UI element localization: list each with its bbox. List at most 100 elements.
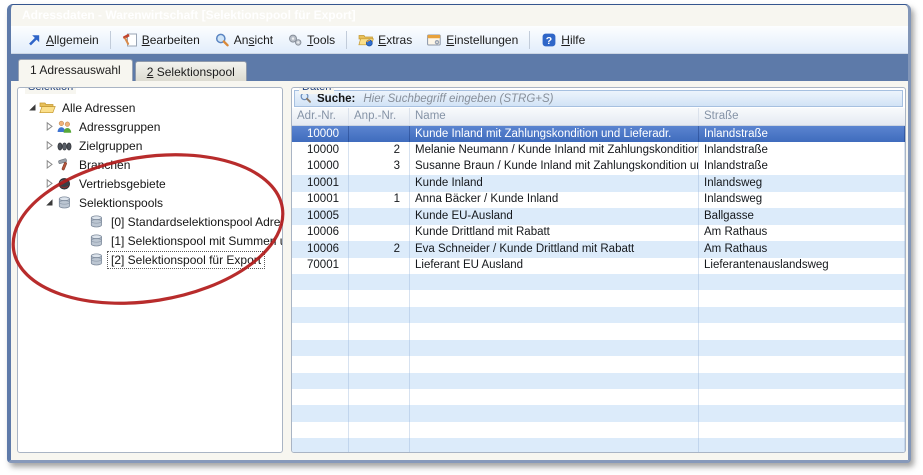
database-icon xyxy=(56,195,73,210)
table-empty-row[interactable] xyxy=(292,307,905,323)
table-empty-row[interactable] xyxy=(292,405,905,421)
cell-strasse xyxy=(699,389,905,405)
cell-adr-nr: 70001 xyxy=(292,258,349,274)
tree-item[interactable]: [2] Selektionspool für Export xyxy=(18,250,282,269)
tree-item[interactable]: [0] Standardselektionspool Adressen xyxy=(18,212,282,231)
menu-item-label: Allgemein xyxy=(46,33,99,47)
menu-item-allgemein[interactable]: Allgemein xyxy=(19,30,106,50)
tree-item[interactable]: Selektionspools xyxy=(18,193,282,212)
cell-adr-nr: 10000 xyxy=(292,126,349,142)
search-input[interactable]: Suche: Hier Suchbegriff eingeben (STRG+S… xyxy=(294,90,903,107)
app-window: Adressdaten - Warenwirtschaft [Selektion… xyxy=(7,4,911,463)
arrow-ne-icon xyxy=(26,32,42,48)
table-empty-row[interactable] xyxy=(292,373,905,389)
cell-strasse xyxy=(699,373,905,389)
cell-adr-nr xyxy=(292,340,349,356)
cell-adr-nr xyxy=(292,389,349,405)
table-empty-row[interactable] xyxy=(292,438,905,452)
menu-item-bearbeiten[interactable]: Bearbeiten xyxy=(115,30,207,50)
cell-adr-nr: 10005 xyxy=(292,208,349,224)
cell-strasse: Am Rathaus xyxy=(699,241,905,257)
column-header-adrnr[interactable]: Adr.-Nr. xyxy=(292,108,349,125)
tree-item[interactable]: Alle Adressen xyxy=(18,98,282,117)
column-header-anpnr[interactable]: Anp.-Nr. xyxy=(349,108,410,125)
tree-collapsed-icon[interactable] xyxy=(43,177,56,190)
table-empty-row[interactable] xyxy=(292,340,905,356)
title-bar[interactable]: Adressdaten - Warenwirtschaft [Selektion… xyxy=(11,5,908,26)
cell-anp-nr xyxy=(349,405,410,421)
cell-adr-nr xyxy=(292,373,349,389)
column-header-name[interactable]: Name xyxy=(410,108,699,125)
tree-item[interactable]: [1] Selektionspool mit Summen und Grupp xyxy=(18,231,282,250)
cell-name xyxy=(410,356,699,372)
cell-name: Eva Schneider / Kunde Drittland mit Raba… xyxy=(410,241,699,257)
table-row[interactable]: 10000Kunde Inland mit Zahlungskondition … xyxy=(292,126,905,142)
cell-name xyxy=(410,323,699,339)
tab-2[interactable]: 2 Selektionspool xyxy=(135,61,247,81)
menu-item-tools[interactable]: Tools xyxy=(280,30,342,50)
tree-expanded-icon[interactable] xyxy=(26,101,39,114)
tree-collapsed-icon[interactable] xyxy=(43,120,56,133)
tree-collapsed-icon[interactable] xyxy=(43,139,56,152)
menu-item-label: Ansicht xyxy=(234,33,273,47)
menu-separator xyxy=(346,31,347,49)
cell-name: Melanie Neumann / Kunde Inland mit Zahlu… xyxy=(410,142,699,158)
table-empty-row[interactable] xyxy=(292,356,905,372)
menu-separator xyxy=(529,31,530,49)
cell-name xyxy=(410,438,699,452)
people-two-icon xyxy=(56,119,73,134)
table-empty-row[interactable] xyxy=(292,422,905,438)
daten-groupbox: Daten Suche: Hier Suchbegriff eingeben (… xyxy=(291,87,906,453)
tree-item[interactable]: Vertriebsgebiete xyxy=(18,174,282,193)
cell-anp-nr xyxy=(349,340,410,356)
cell-anp-nr xyxy=(349,422,410,438)
table-empty-row[interactable] xyxy=(292,323,905,339)
column-header-strae[interactable]: Straße xyxy=(699,108,905,125)
tree-item-label: Branchen xyxy=(75,156,134,174)
table-empty-row[interactable] xyxy=(292,290,905,306)
cell-strasse xyxy=(699,323,905,339)
table-empty-row[interactable] xyxy=(292,389,905,405)
people-three-icon xyxy=(56,138,73,153)
cell-adr-nr xyxy=(292,290,349,306)
table-row[interactable]: 100003Susanne Braun / Kunde Inland mit Z… xyxy=(292,159,905,175)
cell-anp-nr xyxy=(349,307,410,323)
tree-item[interactable]: Adressgruppen xyxy=(18,117,282,136)
cell-strasse: Inlandstraße xyxy=(699,159,905,175)
table-row[interactable]: 100062Eva Schneider / Kunde Drittland mi… xyxy=(292,241,905,257)
expander-spacer xyxy=(75,253,88,266)
database-icon xyxy=(88,233,105,248)
table-row[interactable]: 100002Melanie Neumann / Kunde Inland mit… xyxy=(292,142,905,158)
folder-open-icon xyxy=(39,100,56,115)
magnifier-icon xyxy=(214,32,230,48)
menu-item-ansicht[interactable]: Ansicht xyxy=(207,30,280,50)
selektion-groupbox: Selektion Alle AdressenAdressgruppenZiel… xyxy=(17,87,283,453)
table-row[interactable]: 10006Kunde Drittland mit RabattAm Rathau… xyxy=(292,225,905,241)
cell-anp-nr xyxy=(349,290,410,306)
content-area: Selektion Alle AdressenAdressgruppenZiel… xyxy=(11,81,908,460)
table-empty-row[interactable] xyxy=(292,274,905,290)
cell-adr-nr xyxy=(292,405,349,421)
menu-item-extras[interactable]: Extras xyxy=(351,30,419,50)
settings-window-icon xyxy=(426,32,442,48)
tree-item[interactable]: Branchen xyxy=(18,155,282,174)
tree-expanded-icon[interactable] xyxy=(43,196,56,209)
cell-anp-nr: 2 xyxy=(349,142,410,158)
tree-item[interactable]: Zielgruppen xyxy=(18,136,282,155)
table-row[interactable]: 10005Kunde EU-AuslandBallgasse xyxy=(292,208,905,224)
tree-collapsed-icon[interactable] xyxy=(43,158,56,171)
table-row[interactable]: 10001Kunde InlandInlandsweg xyxy=(292,175,905,191)
cell-strasse xyxy=(699,356,905,372)
menu-item-hilfe[interactable]: ?Hilfe xyxy=(534,30,592,50)
menu-bar: Allgemein Bearbeiten Ansicht Tools ExtrasEin… xyxy=(11,26,908,54)
cell-name: Kunde Drittland mit Rabatt xyxy=(410,225,699,241)
cell-adr-nr xyxy=(292,422,349,438)
globe-icon xyxy=(56,176,73,191)
cell-strasse: Am Rathaus xyxy=(699,225,905,241)
menu-item-label: Tools xyxy=(307,33,335,47)
tab-1[interactable]: 1 Adressauswahl xyxy=(18,59,133,81)
cell-strasse xyxy=(699,405,905,421)
menu-item-einstellungen[interactable]: Einstellungen xyxy=(419,30,525,50)
table-row[interactable]: 70001Lieferant EU AuslandLieferantenausl… xyxy=(292,258,905,274)
table-row[interactable]: 100011Anna Bäcker / Kunde InlandInlandsw… xyxy=(292,192,905,208)
